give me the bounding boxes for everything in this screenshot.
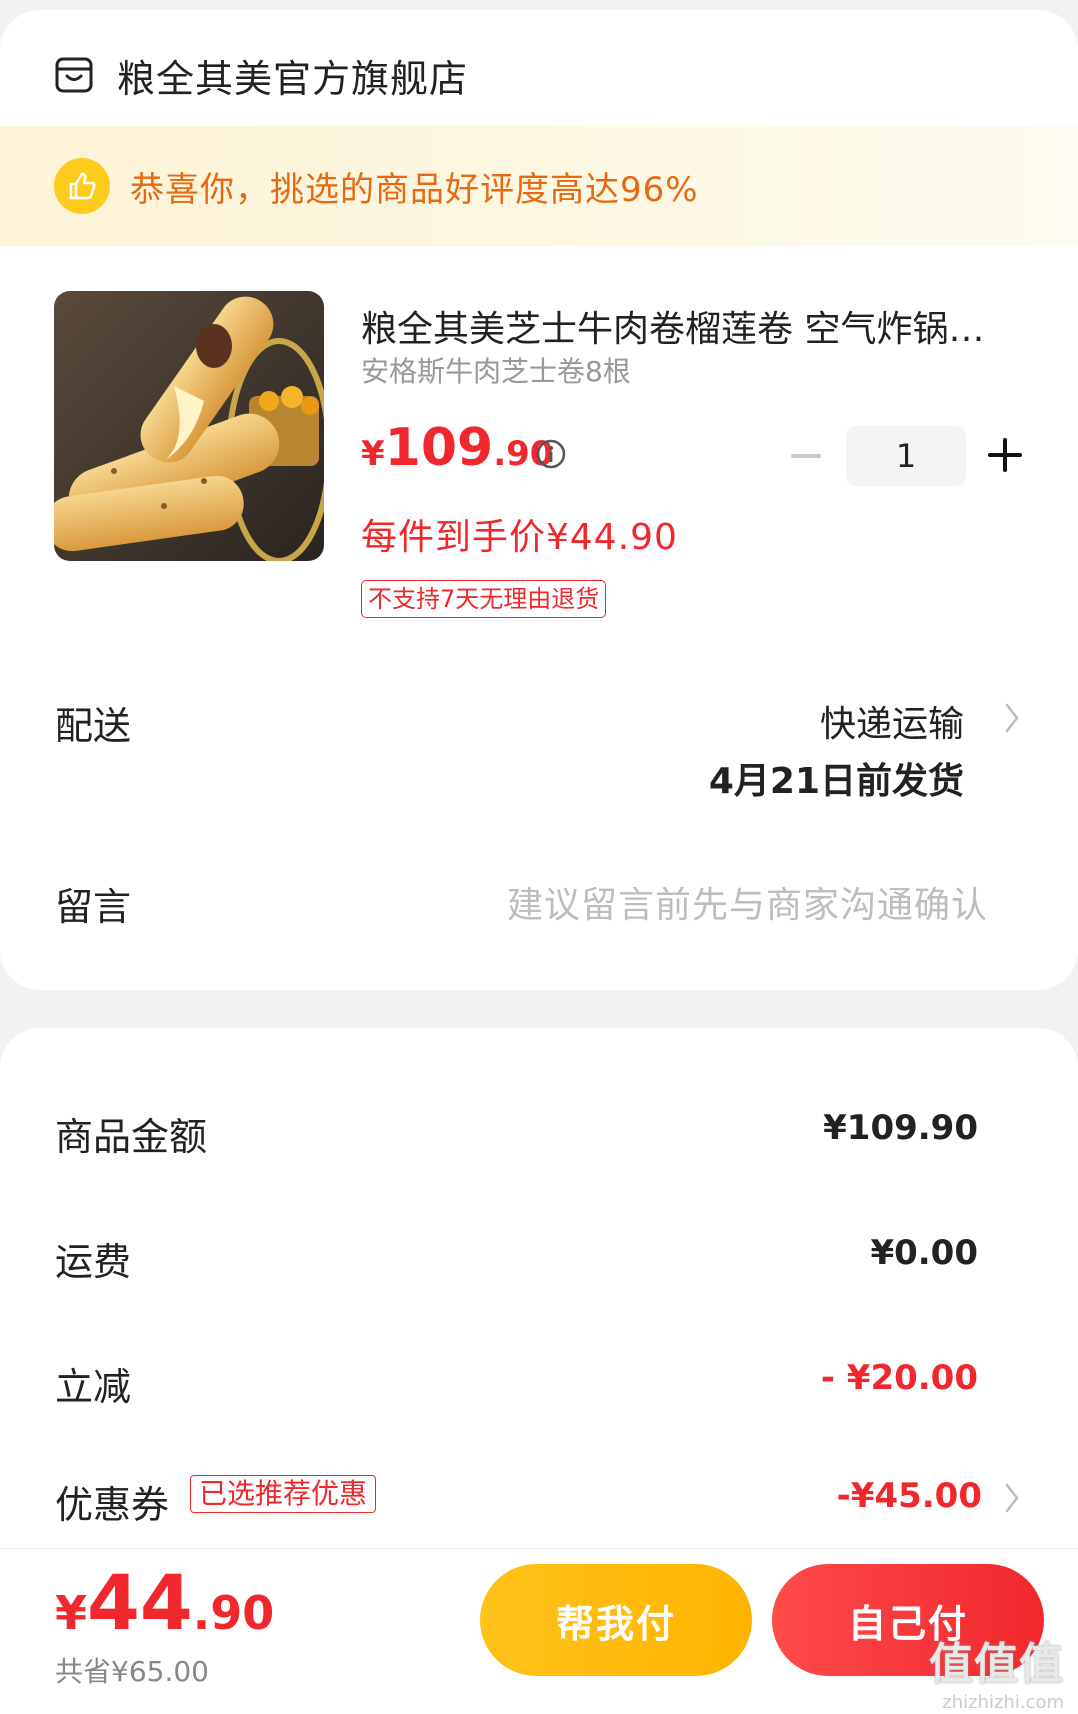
thumbs-up-icon xyxy=(54,158,110,214)
price-integer: 109 xyxy=(384,418,494,478)
total-price: ¥44.90 xyxy=(55,1558,274,1647)
total-saved: 共省¥65.00 xyxy=(55,1655,209,1688)
deal-price: 每件到手价¥44.90 xyxy=(361,517,678,558)
freight-value: ¥0.00 xyxy=(870,1233,978,1273)
watermark-url: zhizhizhi.com xyxy=(942,1692,1064,1713)
info-icon[interactable] xyxy=(535,438,567,470)
ship-by-date: 4月21日前发货 xyxy=(708,761,964,802)
shop-name: 粮全其美官方旗舰店 xyxy=(117,56,469,101)
coupon-label: 优惠券 xyxy=(55,1483,170,1527)
quantity-input[interactable]: 1 xyxy=(846,426,966,486)
increase-quantity-button[interactable] xyxy=(988,438,1022,472)
goods-amount-value: ¥109.90 xyxy=(823,1108,978,1148)
product-price: ¥109.90 xyxy=(361,418,553,478)
discount-label: 立减 xyxy=(55,1365,132,1409)
delivery-method[interactable]: 快递运输 xyxy=(820,695,964,747)
freight-label: 运费 xyxy=(55,1240,132,1284)
delivery-label: 配送 xyxy=(55,704,132,748)
total-decimal: .90 xyxy=(192,1586,275,1640)
message-input[interactable]: 建议留言前先与商家沟通确认 xyxy=(507,876,988,928)
help-pay-button[interactable]: 帮我付 xyxy=(480,1564,752,1676)
product-image[interactable] xyxy=(54,291,324,561)
rating-banner: 恭喜你，挑选的商品好评度高达96% xyxy=(0,126,1078,246)
store-icon xyxy=(55,57,93,93)
total-integer: 44 xyxy=(87,1558,193,1647)
watermark: 值值值 zhizhizhi.com xyxy=(929,1628,1064,1713)
chevron-right-icon[interactable] xyxy=(1004,702,1020,734)
minus-icon xyxy=(791,454,821,458)
message-label: 留言 xyxy=(55,885,132,929)
banner-text: 恭喜你，挑选的商品好评度高达96% xyxy=(130,169,699,210)
return-policy-tag: 不支持7天无理由退货 xyxy=(361,580,607,618)
watermark-logo: 值值值 xyxy=(929,1639,1064,1690)
shop-header[interactable]: 粮全其美官方旗舰店 xyxy=(55,45,468,105)
decrease-quantity-button[interactable] xyxy=(790,440,822,472)
price-currency: ¥ xyxy=(361,434,385,474)
chevron-right-icon[interactable] xyxy=(1004,1482,1020,1514)
discount-value: - ¥20.00 xyxy=(820,1358,978,1398)
product-title: 粮全其美芝士牛肉卷榴莲卷 空气炸锅半成品早餐 xyxy=(361,309,1001,350)
goods-amount-label: 商品金额 xyxy=(55,1115,208,1159)
total-currency: ¥ xyxy=(55,1586,88,1640)
coupon-tag: 已选推荐优惠 xyxy=(190,1475,377,1513)
product-spec: 安格斯牛肉芝士卷8根 xyxy=(361,355,631,388)
coupon-value[interactable]: -¥45.00 xyxy=(837,1476,982,1516)
